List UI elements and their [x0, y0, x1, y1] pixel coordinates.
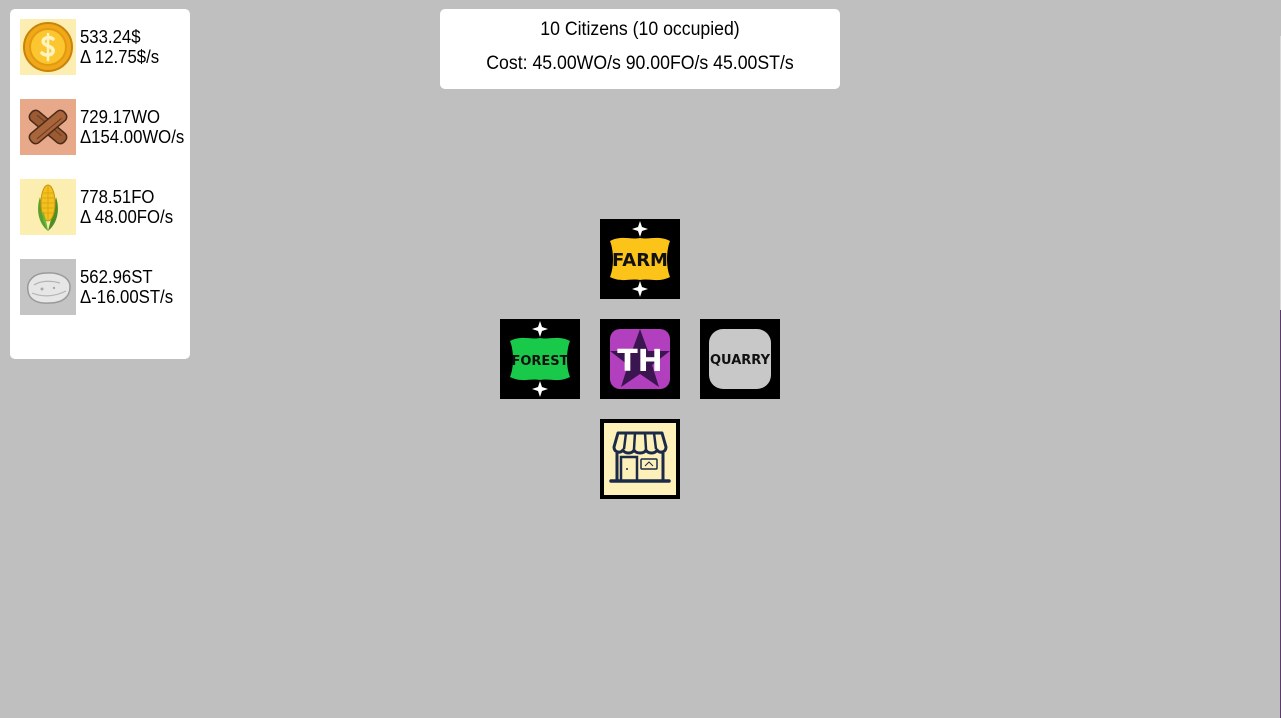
wood-text: 729.17WO Δ154.00WO/s: [80, 107, 184, 147]
stone-text: 562.96ST Δ-16.00ST/s: [80, 267, 173, 307]
town-hall-icon: TH: [600, 319, 680, 399]
wood-logs-icon: [20, 99, 76, 155]
wood-amount: 729.17WO: [80, 107, 161, 127]
resource-wood: 729.17WO Δ154.00WO/s: [20, 99, 195, 155]
town-hall-label: TH: [617, 344, 663, 379]
gold-coin-icon: [20, 19, 76, 75]
quarry-building-button[interactable]: QUARRY: [700, 319, 780, 399]
shop-icon: [600, 419, 680, 499]
food-delta: Δ 48.00FO/s: [80, 207, 174, 227]
forest-label: FOREST: [511, 354, 568, 369]
citizens-cost: Cost: 45.00WO/s 90.00FO/s 45.00ST/s: [486, 53, 794, 74]
quarry-icon: QUARRY: [700, 319, 780, 399]
wood-delta: Δ154.00WO/s: [80, 127, 185, 147]
stone-delta: Δ-16.00ST/s: [80, 287, 174, 307]
stone-amount: 562.96ST: [80, 267, 153, 287]
gold-amount: 533.24$: [80, 27, 141, 47]
citizens-panel: 10 Citizens (10 occupied) Cost: 45.00WO/…: [440, 9, 840, 89]
farm-icon: FARM: [600, 219, 680, 299]
forest-icon: FOREST: [500, 319, 580, 399]
resource-gold: 533.24$ Δ 12.75$/s: [20, 19, 195, 75]
food-amount: 778.51FO: [80, 187, 155, 207]
town-hall-building-button[interactable]: TH: [600, 319, 680, 399]
resources-panel: 533.24$ Δ 12.75$/s 729.17WO Δ154.00WO/s: [10, 9, 190, 359]
food-text: 778.51FO Δ 48.00FO/s: [80, 187, 173, 227]
gold-text: 533.24$ Δ 12.75$/s: [80, 27, 159, 67]
citizens-summary: 10 Citizens (10 occupied): [540, 19, 740, 40]
forest-building-button[interactable]: FOREST: [500, 319, 580, 399]
farm-building-button[interactable]: FARM: [600, 219, 680, 299]
gold-delta: Δ 12.75$/s: [80, 47, 160, 67]
resource-food: 778.51FO Δ 48.00FO/s: [20, 179, 195, 235]
farm-label: FARM: [612, 250, 668, 271]
stone-icon: [20, 259, 76, 315]
quarry-label: QUARRY: [710, 353, 771, 368]
market-building-button[interactable]: [600, 419, 680, 499]
corn-icon: [20, 179, 76, 235]
resource-stone: 562.96ST Δ-16.00ST/s: [20, 259, 195, 315]
